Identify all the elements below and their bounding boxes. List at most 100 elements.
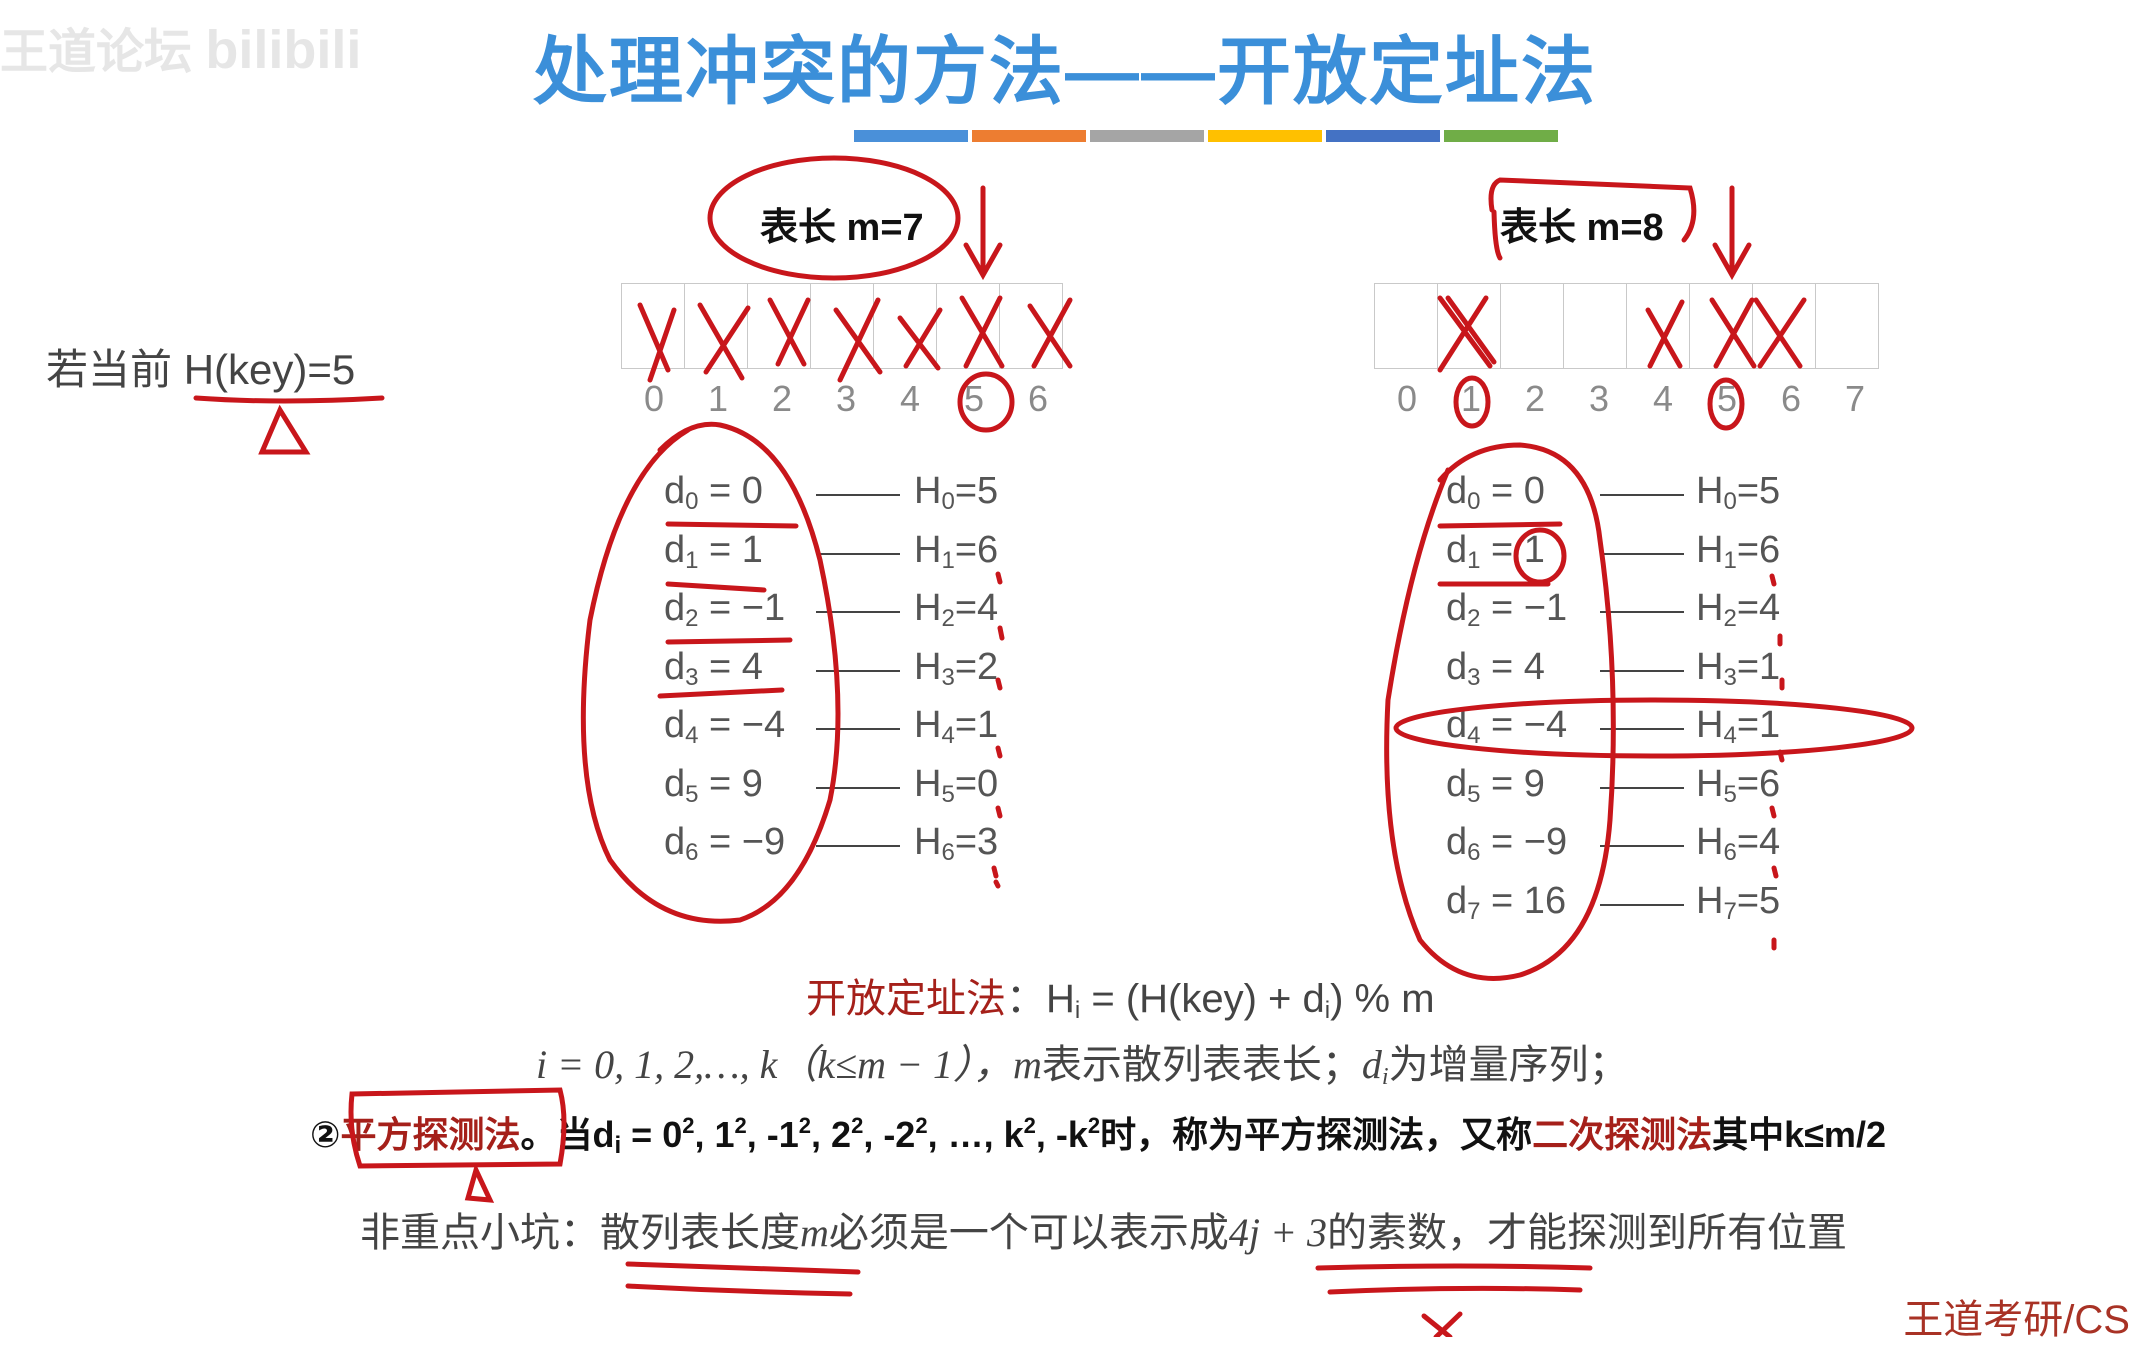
connector-line: [1600, 669, 1684, 672]
cross-mark: [1421, 1311, 1463, 1337]
hash-value: =5: [954, 470, 999, 512]
hash-value: =3: [954, 821, 999, 863]
increment-label: d6 = −9: [664, 821, 785, 867]
connector-line: [1600, 845, 1684, 847]
increment-value: = −4: [698, 704, 786, 746]
connector-line: [1600, 611, 1684, 613]
hash-sub: 4: [941, 722, 955, 749]
increment-symbol: d: [1446, 528, 1468, 571]
hash-address-label: H3=1: [1696, 646, 1780, 692]
increment-sub: 3: [1467, 663, 1481, 691]
quad-sup: 2: [1023, 1113, 1036, 1138]
hash-value: =5: [1736, 879, 1781, 922]
current-hash-expr: H(key)=5: [183, 346, 356, 393]
underline-annotation: [665, 521, 799, 529]
right-table-length: 表长 m=8: [1500, 207, 1664, 249]
color-bar: [1090, 130, 1204, 142]
increment-value: = 0: [698, 470, 763, 512]
hash-value: =4: [1736, 821, 1781, 863]
increment-label: d1 = 1: [1446, 529, 1545, 575]
note-text: 必须是一个可以表示成: [828, 1211, 1229, 1255]
table-cell: [936, 283, 1000, 369]
hash-value: =6: [1736, 762, 1781, 805]
increment-symbol: d: [664, 528, 686, 571]
increment-label: d4 = −4: [664, 704, 785, 750]
formula-expr: H: [1046, 977, 1075, 1021]
hash-sub: 6: [941, 839, 955, 866]
table-cell: [684, 283, 748, 369]
quad-text: , 1: [694, 1114, 735, 1155]
note-line: 非重点小坑：散列表长度m必须是一个可以表示成4j + 3的素数，才能探测到所有位…: [360, 1200, 1847, 1258]
hash-symbol: H: [914, 528, 942, 571]
range-text: m: [1013, 1042, 1042, 1087]
hash-sub: 5: [941, 780, 955, 808]
increment-sub: 5: [685, 780, 699, 808]
hash-symbol: H: [914, 470, 942, 512]
increment-value: = −1: [1480, 587, 1568, 629]
arrow-annotation: [1712, 185, 1752, 281]
increment-value: = 4: [698, 645, 763, 688]
table-cell: [621, 283, 685, 369]
connector-line: [816, 552, 900, 555]
increment-value: = 4: [1480, 645, 1545, 688]
hash-value: =1: [1736, 645, 1781, 688]
increment-sub: 0: [685, 488, 699, 515]
hash-symbol: H: [1696, 587, 1724, 629]
hash-symbol: H: [914, 704, 942, 746]
hash-sub: 0: [1723, 488, 1737, 515]
underline-annotation: [665, 637, 793, 645]
hash-symbol: H: [1696, 879, 1724, 922]
hash-sub: 0: [941, 488, 955, 515]
table-index: 4: [1652, 378, 1674, 419]
connector-line: [816, 786, 900, 789]
current-hash: 若当前 H(key)=5: [46, 336, 355, 397]
range-text: 表示散列表表长；: [1041, 1043, 1362, 1087]
table-index: 0: [643, 378, 665, 419]
increment-label: d5 = 9: [664, 763, 763, 809]
connector-line: [816, 494, 900, 496]
increment-value: = 9: [698, 762, 763, 805]
hash-symbol: H: [1696, 762, 1724, 805]
table-index: 1: [1460, 378, 1482, 419]
left-table-length: 表长 m=7: [760, 207, 924, 249]
increment-symbol: d: [664, 704, 686, 746]
hash-sub: 5: [1723, 780, 1737, 808]
formula-colon: ：: [1006, 977, 1046, 1021]
hash-address-label: H6=4: [1696, 821, 1780, 867]
increment-label: d7 = 16: [1446, 880, 1566, 926]
connector-line: [1600, 786, 1684, 789]
hash-symbol: H: [914, 821, 942, 863]
increment-sub: 6: [685, 839, 699, 866]
increment-value: = 1: [698, 528, 763, 571]
increment-label: d2 = −1: [664, 587, 785, 633]
table-cell: [1374, 283, 1438, 369]
hash-symbol: H: [914, 587, 942, 629]
table-cell: [1437, 283, 1501, 369]
table-index: 5: [963, 378, 985, 419]
increment-symbol: d: [1446, 762, 1468, 805]
table-cell: [999, 283, 1063, 369]
hash-symbol: H: [1696, 704, 1724, 746]
hash-value: =0: [954, 762, 999, 805]
table-index: 2: [771, 378, 793, 419]
hash-symbol: H: [914, 762, 942, 805]
range-line: i = 0, 1, 2,…, k（k≤m − 1），m表示散列表表长；di为增量…: [536, 1032, 1629, 1091]
note-text: 散列表长度: [600, 1211, 800, 1255]
color-bar: [972, 130, 1086, 142]
hash-sub: 2: [1723, 605, 1737, 632]
quad-text: 。当d: [520, 1114, 615, 1155]
color-bar: [1444, 130, 1558, 142]
note-text: 4j + 3: [1228, 1210, 1327, 1255]
hash-value: =4: [954, 587, 999, 629]
hash-sub: 3: [1723, 663, 1737, 691]
hash-sub: 1: [941, 546, 955, 574]
item-number: ②: [310, 1114, 341, 1155]
hash-sub: 6: [1723, 839, 1737, 866]
quadratic-probing-line: ②平方探测法。当di = 02, 12, -12, 22, -22, …, k2…: [310, 1106, 1886, 1160]
hash-address-label: H5=0: [914, 763, 998, 809]
hash-sub: 4: [1723, 722, 1737, 749]
increment-label: d0 = 0: [1446, 470, 1545, 516]
hash-value: =1: [954, 704, 999, 746]
increment-sub: 6: [1467, 839, 1481, 866]
alt-method-name: 二次探测法: [1532, 1114, 1713, 1155]
